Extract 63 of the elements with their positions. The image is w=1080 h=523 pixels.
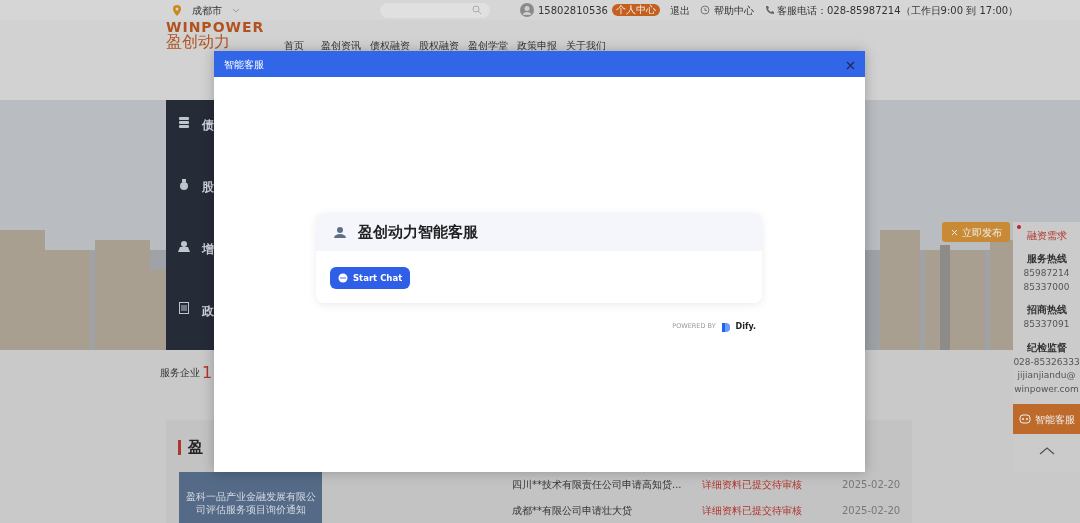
avatar-icon <box>520 3 534 17</box>
nav-link[interactable]: 关于我们 <box>566 38 607 53</box>
nav-link[interactable]: 盈创学堂 <box>468 38 509 53</box>
search-field[interactable] <box>380 2 490 18</box>
dialog-title: 智能客服 <box>224 57 264 72</box>
document-icon <box>178 302 190 314</box>
location-icon <box>172 4 182 16</box>
phone-icon <box>764 5 774 15</box>
nav-link[interactable]: 盈创资讯 <box>321 38 362 53</box>
hotline-number: 85987214 <box>1022 267 1071 280</box>
chat-title: 盈创动力智能客服 <box>358 221 478 243</box>
help-text: 帮助中心 <box>714 3 754 18</box>
demand-link[interactable]: 融资需求 <box>1013 222 1080 251</box>
close-icon <box>950 229 958 236</box>
news-date: 2025-02-20 <box>842 504 901 518</box>
hotline-title: 服务热线 <box>1025 252 1068 266</box>
news-title: 四川**技术有限责任公司申请高知贷... <box>512 478 683 492</box>
news-status: 详细资料已提交待审核 <box>702 504 803 518</box>
phone-number: 15802810536 <box>538 3 608 18</box>
nav-link[interactable]: 股权融资 <box>419 38 460 53</box>
money-bag-icon <box>178 178 190 190</box>
close-icon[interactable] <box>846 60 855 70</box>
hotline-number: 85337091 <box>1022 318 1071 331</box>
news-date: 2025-02-20 <box>842 478 901 492</box>
logo-text: WINPOWER <box>166 20 265 34</box>
chat-bubble-icon <box>338 273 348 283</box>
hotline-number: winpower.com <box>1013 382 1080 396</box>
side-menu-item[interactable]: 增 <box>178 240 326 302</box>
help-link[interactable]: 帮助中心 <box>700 2 754 18</box>
news-row[interactable]: 成都**有限公司申请壮大贷 详细资料已提交待审核 2025-02-20 <box>512 503 902 518</box>
city-selector[interactable]: 成都市 <box>192 2 222 18</box>
hotline-title: 纪检监督 <box>1025 340 1068 355</box>
logout-link[interactable]: 退出 <box>670 2 690 18</box>
search-icon[interactable] <box>472 5 482 15</box>
person-icon <box>178 240 190 252</box>
logo-icon <box>721 322 730 332</box>
section-title: 盈 <box>178 440 203 455</box>
chevron-down-icon[interactable] <box>232 7 240 13</box>
stat-value: 1 <box>202 361 213 384</box>
back-to-top-icon[interactable] <box>1038 446 1055 455</box>
robot-icon <box>1018 413 1031 425</box>
brand-name: Dify. <box>735 321 756 333</box>
hotline-title: 招商热线 <box>1025 303 1068 317</box>
side-menu-item[interactable]: 政 <box>178 302 326 364</box>
stat-label: 服务企业 <box>160 366 200 380</box>
hotline-text: 客服电话：028-85987214（工作日9:00 到 17:00） <box>777 3 1019 18</box>
service-button[interactable]: 智能客服 <box>1013 404 1080 434</box>
news-row[interactable]: 四川**技术有限责任公司申请高知贷... 详细资料已提交待审核 2025-02-20 <box>512 477 902 492</box>
logo-text: 盈创动力 <box>166 34 231 50</box>
news-title: 成都**有限公司申请壮大贷 <box>512 504 633 518</box>
nav-link[interactable]: 债权融资 <box>370 38 411 53</box>
user-center-link[interactable]: 个人中心 <box>612 4 660 16</box>
start-chat-button[interactable]: Start Chat <box>330 267 411 289</box>
user-icon <box>334 226 346 238</box>
news-status: 详细资料已提交待审核 <box>702 478 803 492</box>
nav-link[interactable]: 政策申报 <box>517 38 558 53</box>
nav-link[interactable]: 首页 <box>284 38 305 53</box>
hotline-number: 028-85326333 <box>1013 355 1080 369</box>
notice-card[interactable]: 盈科一品产业金融发展有限公司评估服务项目询价通知 <box>179 472 322 523</box>
hotline-number: jijianjiandu@ <box>1016 369 1077 382</box>
clock-icon <box>700 5 710 15</box>
stack-icon <box>178 116 190 128</box>
hotline-number: 85337000 <box>1022 280 1071 294</box>
